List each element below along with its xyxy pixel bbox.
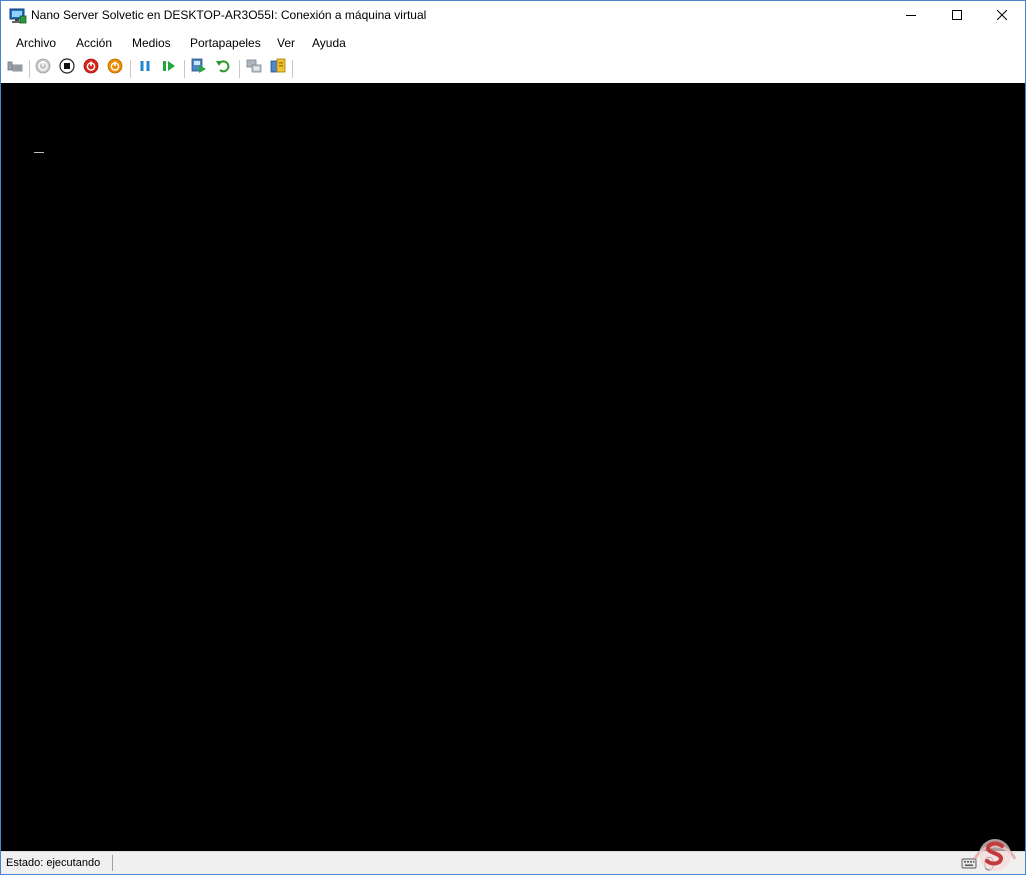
vm-connect-icon	[9, 7, 27, 25]
pause-button[interactable]	[136, 59, 154, 77]
ctrl-alt-del-button[interactable]	[6, 59, 24, 77]
close-button[interactable]	[979, 1, 1025, 31]
vm-display[interactable]	[1, 83, 1025, 851]
close-icon	[996, 7, 1008, 25]
turn-off-button[interactable]	[58, 57, 76, 79]
toolbar-separator	[29, 60, 30, 78]
shutdown-button[interactable]	[82, 58, 100, 79]
watermark-logo-icon	[969, 829, 1021, 873]
toolbar	[1, 56, 1025, 82]
menu-medios[interactable]: Medios	[132, 35, 171, 51]
pause-icon	[137, 58, 153, 79]
revert-icon	[215, 58, 231, 79]
toolbar-separator	[292, 60, 293, 78]
menu-ayuda[interactable]: Ayuda	[312, 35, 346, 51]
minimize-button[interactable]	[888, 1, 934, 31]
checkpoint-button[interactable]	[190, 58, 208, 79]
share-button[interactable]	[269, 58, 287, 79]
enhanced-session-icon	[246, 58, 262, 79]
resume-button[interactable]	[160, 59, 178, 77]
menu-archivo[interactable]: Archivo	[16, 35, 56, 51]
window-title: Nano Server Solvetic en DESKTOP-AR3O55I:…	[31, 8, 427, 22]
checkpoint-icon	[191, 58, 207, 79]
shutdown-icon	[83, 58, 99, 79]
status-separator	[112, 855, 113, 871]
share-icon	[270, 58, 286, 79]
start-button[interactable]	[34, 58, 52, 79]
toolbar-separator	[184, 60, 185, 78]
menu-portapapeles[interactable]: Portapapeles	[190, 35, 261, 51]
console-cursor	[34, 152, 44, 153]
vm-connection-window: Nano Server Solvetic en DESKTOP-AR3O55I:…	[0, 0, 1026, 875]
status-text: Estado: ejecutando	[6, 857, 101, 869]
title-bar[interactable]: Nano Server Solvetic en DESKTOP-AR3O55I:…	[1, 1, 1025, 31]
toolbar-separator	[239, 60, 240, 78]
menu-bar: Archivo Acción Medios Portapapeles Ver A…	[1, 31, 1025, 55]
maximize-icon	[952, 7, 962, 25]
toolbar-separator	[130, 60, 131, 78]
ctrl-alt-del-icon	[7, 58, 23, 79]
enhanced-session-button[interactable]	[245, 59, 263, 77]
maximize-button[interactable]	[934, 1, 980, 31]
status-bar: Estado: ejecutando	[1, 851, 1025, 874]
menu-ver[interactable]: Ver	[277, 35, 295, 51]
start-icon	[35, 58, 51, 79]
minimize-icon	[906, 7, 916, 25]
resume-icon	[161, 58, 177, 79]
turn-off-icon	[59, 57, 75, 79]
save-state-button[interactable]	[106, 58, 124, 79]
revert-button[interactable]	[214, 59, 232, 77]
save-icon	[107, 58, 123, 79]
menu-accion[interactable]: Acción	[76, 35, 112, 51]
